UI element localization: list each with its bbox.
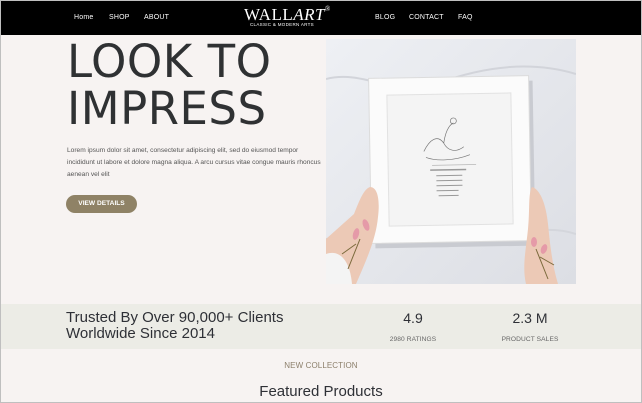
trust-line1: Trusted By Over 90,000+ Clients [66,309,284,326]
new-collection-label: NEW COLLECTION [284,361,358,370]
hero-description: Lorem ipsum dolor sit amet, consectetur … [67,147,321,178]
site-logo[interactable]: WALLART® CLASSIC & MODERN ARTS [244,5,334,31]
nav-home[interactable]: Home [74,14,93,21]
rating-label: 2980 RATINGS [389,336,437,343]
hero-title: LOOK TO IMPRESS [67,38,327,132]
sales-label: PRODUCT SALES [501,336,559,343]
rating-value: 4.9 [403,310,423,326]
stats-band: Trusted By Over 90,000+ Clients Worldwid… [0,304,642,349]
featured-products-heading: Featured Products [259,383,383,400]
hero-title-line2: IMPRESS [67,82,267,135]
nav-faq[interactable]: FAQ [458,14,473,21]
logo-tagline: CLASSIC & MODERN ARTS [250,22,314,27]
trust-statement: Trusted By Over 90,000+ Clients Worldwid… [66,310,283,342]
hero-title-line1: LOOK TO [67,35,272,88]
nav-shop[interactable]: SHOP [109,14,130,21]
site-header: Home SHOP ABOUT WALLART® CLASSIC & MODER… [0,0,642,35]
trust-line2: Worldwide Since 2014 [66,325,215,342]
hero-image [326,39,576,284]
nav-blog[interactable]: BLOG [375,14,395,21]
nav-about[interactable]: ABOUT [144,14,169,21]
nav-contact[interactable]: CONTACT [409,14,444,21]
sales-value: 2.3 M [512,310,548,326]
view-details-button[interactable]: VIEW DETAILS [66,195,137,213]
framed-art-photo-icon [326,39,576,284]
